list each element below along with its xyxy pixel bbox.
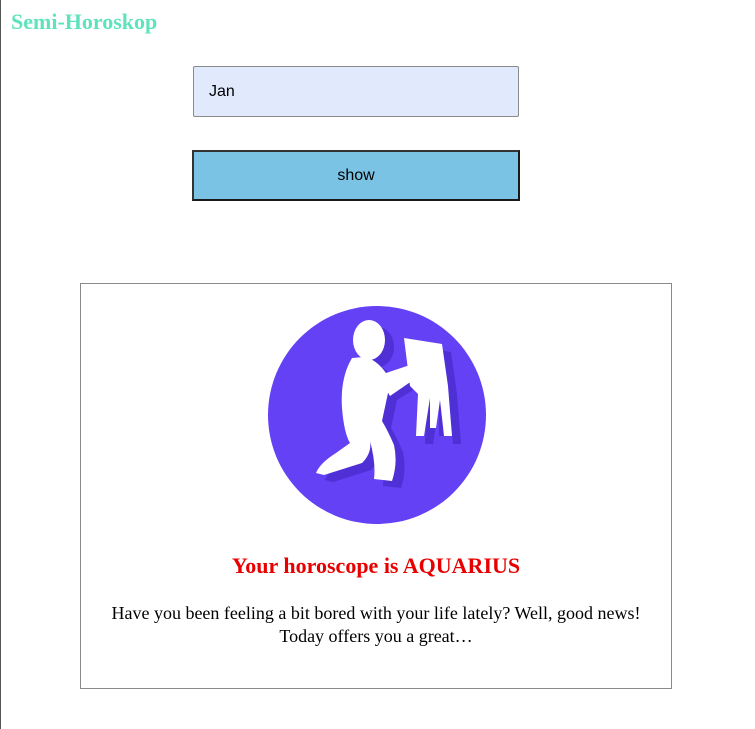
horoscope-result-card: Your horoscope is AQUARIUS Have you been… (80, 283, 672, 689)
month-input[interactable] (193, 66, 519, 117)
page-left-border (0, 0, 1, 729)
show-button[interactable]: show (192, 150, 520, 201)
horoscope-heading: Your horoscope is AQUARIUS (231, 553, 521, 578)
aquarius-water-bearer-icon (268, 306, 486, 524)
app-title: Semi-Horoskop (11, 9, 158, 34)
horoscope-text: Have you been feeling a bit bored with y… (111, 603, 641, 646)
